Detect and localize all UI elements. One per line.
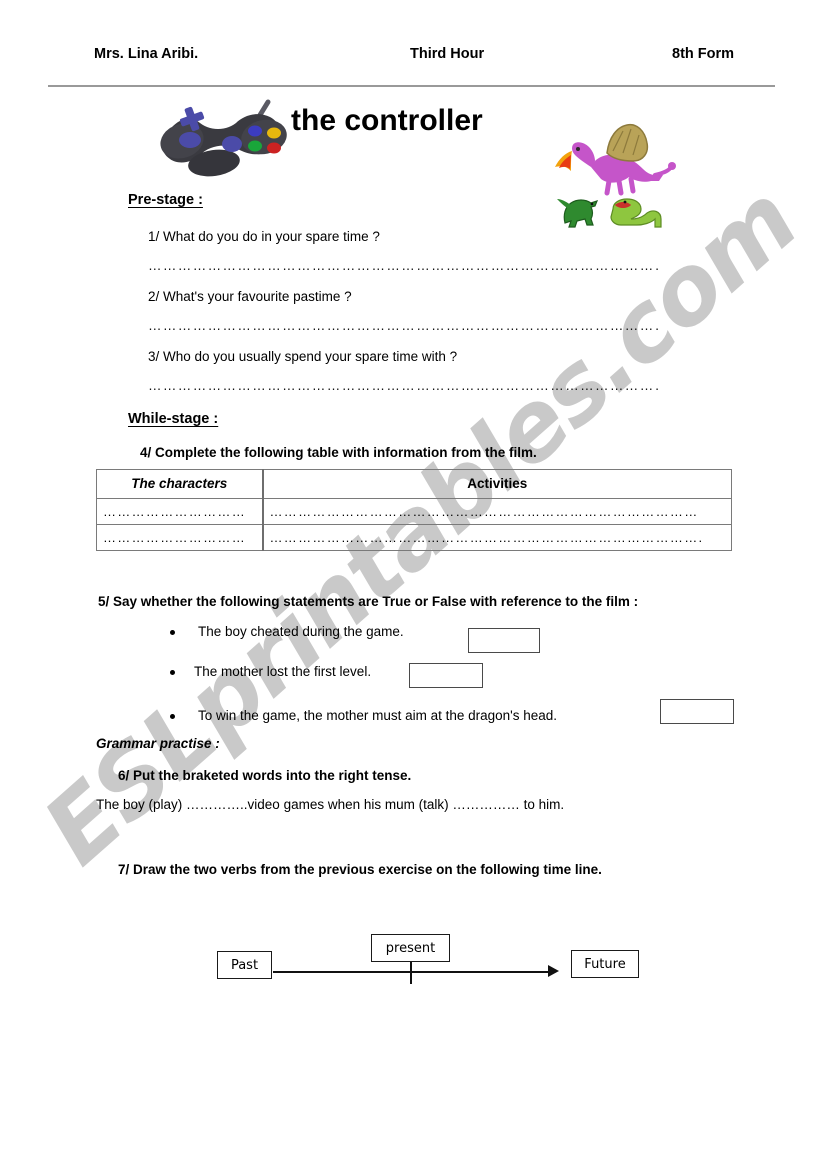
- table-cell-character-1[interactable]: …………………………: [96, 498, 264, 525]
- true-false-box-2[interactable]: [409, 663, 483, 688]
- game-controller-icon: [152, 97, 304, 183]
- worksheet-content: Mrs. Lina Aribi. Third Hour 8th Form the…: [0, 0, 821, 1161]
- statement-2: The mother lost the first level.: [194, 664, 372, 679]
- prestage-question-1: 1/ What do you do in your spare time ?: [148, 229, 380, 244]
- timeline-past-box[interactable]: Past: [217, 951, 272, 979]
- table-header-activities: Activities: [262, 469, 732, 499]
- prestage-answer-line-2[interactable]: ……………………………………………………………………………………………: [148, 318, 660, 332]
- prestage-question-3: 3/ Who do you usually spend your spare t…: [148, 349, 458, 364]
- table-header-characters: The characters: [96, 469, 264, 499]
- table-row: ………………………… ………………………………………………………………………………: [96, 498, 732, 525]
- prestage-answer-line-3[interactable]: ……………………………………………………………………………………………: [148, 378, 660, 392]
- statement-3: To win the game, the mother must aim at …: [198, 708, 558, 723]
- timeline-axis-line: [273, 971, 555, 973]
- table-header-activities-label: Activities: [467, 476, 528, 491]
- prestage-heading: Pre-stage :: [128, 192, 203, 208]
- grammar-heading: Grammar practise :: [96, 736, 220, 751]
- true-false-box-1[interactable]: [468, 628, 540, 653]
- task-6-instruction: 6/ Put the braketed words into the right…: [118, 768, 412, 783]
- table-header-characters-label: The characters: [131, 476, 228, 491]
- header-form: 8th Form: [672, 46, 735, 62]
- bullet-icon: [170, 714, 175, 719]
- whilestage-heading: While-stage :: [128, 411, 219, 427]
- bullet-icon: [170, 670, 175, 675]
- header-hour: Third Hour: [410, 46, 485, 62]
- bullet-icon: [170, 630, 175, 635]
- true-false-box-3[interactable]: [660, 699, 734, 724]
- header-teacher-name: Mrs. Lina Aribi.: [94, 46, 199, 62]
- page-header: Mrs. Lina Aribi. Third Hour 8th Form: [48, 46, 775, 70]
- prestage-question-2: 2/ What's your favourite pastime ?: [148, 289, 352, 304]
- timeline-present-box[interactable]: present: [371, 934, 450, 962]
- table-header-row: The characters Activities: [96, 469, 732, 499]
- task-4-instruction: 4/ Complete the following table with inf…: [140, 445, 537, 460]
- task-7-instruction: 7/ Draw the two verbs from the previous …: [118, 862, 602, 877]
- table-row: ………………………… ………………………………………………………………………………: [96, 524, 732, 551]
- page-title: the controller: [291, 104, 483, 137]
- table-cell-activity-2[interactable]: ……………………………………………………………………………….: [262, 524, 732, 551]
- grammar-fill-sentence[interactable]: The boy (play) …………..video games when hi…: [96, 797, 564, 812]
- dragon-dinosaurs-icon: [551, 105, 676, 230]
- timeline-arrowhead-icon: [548, 965, 559, 977]
- timeline-future-box[interactable]: Future: [571, 950, 639, 978]
- task-5-instruction: 5/ Say whether the following statements …: [98, 594, 639, 609]
- timeline-present-tick: [410, 962, 412, 984]
- table-cell-activity-1[interactable]: ………………………………………………………………………………: [262, 498, 732, 525]
- characters-activities-table: The characters Activities ………………………… …………: [96, 469, 732, 551]
- worksheet-page: ESLprintables.com Mrs. Lina Aribi. Third…: [0, 0, 821, 1161]
- table-cell-character-2[interactable]: …………………………: [96, 524, 264, 551]
- statement-1: The boy cheated during the game.: [198, 624, 404, 639]
- prestage-answer-line-1[interactable]: ……………………………………………………………………………………………: [148, 258, 660, 272]
- header-divider: [48, 85, 775, 87]
